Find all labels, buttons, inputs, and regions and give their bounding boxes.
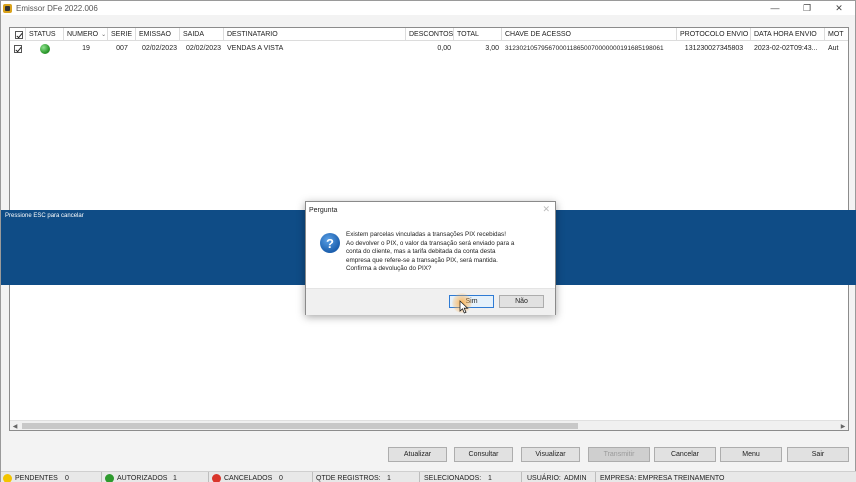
header-descontos[interactable]: DESCONTOS: [406, 28, 454, 41]
pendentes-status: PENDENTES: [3, 473, 58, 482]
cancel-hint: Pressione ESC para cancelar: [5, 213, 84, 219]
header-numero[interactable]: NUMERO ⌄: [64, 28, 108, 41]
empresa-label: EMPRESA:: [600, 474, 637, 482]
cancelados-status: CANCELADOS: [212, 473, 272, 482]
yes-button[interactable]: Sim: [449, 295, 494, 308]
status-bar: PENDENTES 0 AUTORIZADOS 1 CANCELADOS 0 Q…: [1, 471, 856, 482]
scroll-right-icon[interactable]: ▶: [838, 421, 848, 430]
transmitir-button[interactable]: Transmitir: [588, 447, 650, 462]
window-controls: — ❐ ✕: [759, 1, 855, 15]
divider: [521, 472, 522, 482]
pendentes-dot-icon: [3, 473, 12, 482]
serie-cell: 007: [116, 45, 128, 52]
emissao-cell: 02/02/2023: [141, 45, 177, 52]
confirm-dialog: Pergunta ✕ ? Existem parcelas vinculadas…: [305, 201, 556, 315]
data-hora-cell: 2023-02-02T09:43...: [754, 45, 818, 52]
dialog-message: Existem parcelas vinculadas a transações…: [346, 231, 546, 274]
minimize-button[interactable]: —: [759, 1, 791, 15]
menu-button[interactable]: Menu: [720, 447, 782, 462]
restore-button[interactable]: ❐: [791, 1, 823, 15]
grid-header: STATUS NUMERO ⌄ SERIE EMISSAO SAIDA DESTI…: [10, 28, 848, 41]
dialog-message-line: Confirma a devolução do PIX?: [346, 265, 432, 272]
header-data-hora[interactable]: DATA HORA ENVIO: [751, 28, 825, 41]
table-row[interactable]: 19 007 02/02/2023 02/02/2023 VENDAS A VI…: [10, 42, 848, 55]
row-select-cell[interactable]: [10, 42, 26, 55]
mot-cell: Aut: [828, 45, 839, 52]
select-all-checkbox[interactable]: [15, 30, 23, 39]
cancelar-button[interactable]: Cancelar: [654, 447, 716, 462]
dialog-close-icon[interactable]: ✕: [542, 204, 550, 215]
mouse-cursor-icon: [459, 300, 469, 314]
autorizados-label: AUTORIZADOS: [117, 474, 168, 482]
header-chave[interactable]: CHAVE DE ACESSO: [502, 28, 677, 41]
divider: [419, 472, 420, 482]
selecionados-label: SELECIONADOS:: [424, 474, 482, 482]
autorizados-status: AUTORIZADOS: [105, 473, 167, 482]
header-mot[interactable]: MOT: [825, 28, 848, 41]
total-cell: 3,00: [485, 45, 499, 52]
destinatario-cell: VENDAS A VISTA: [227, 45, 284, 52]
header-emissao[interactable]: EMISSAO: [136, 28, 180, 41]
header-serie[interactable]: SERIE: [108, 28, 136, 41]
divider: [595, 472, 596, 482]
autorizados-count: 1: [173, 474, 177, 482]
dialog-title: Pergunta: [309, 206, 338, 214]
window-title: Emissor DFe 2022.006: [16, 3, 98, 13]
header-protocolo[interactable]: PROTOCOLO ENVIO: [677, 28, 751, 41]
qtde-label: QTDE REGISTROS:: [316, 474, 381, 482]
app-logo-icon: [3, 3, 12, 13]
scrollbar-thumb[interactable]: [22, 423, 578, 429]
dialog-message-line: empresa que refere-se a transação PIX, s…: [346, 256, 498, 264]
close-button[interactable]: ✕: [823, 1, 855, 15]
visualizar-button[interactable]: Visualizar: [521, 447, 580, 462]
descontos-cell: 0,00: [437, 45, 451, 52]
saida-cell: 02/02/2023: [185, 45, 221, 52]
question-icon: ?: [320, 233, 340, 253]
no-button[interactable]: Não: [499, 295, 544, 308]
header-status[interactable]: STATUS: [26, 28, 64, 41]
divider: [312, 472, 313, 482]
empresa-value: EMPRESA TREINAMENTO: [638, 474, 725, 482]
sort-arrow-icon: ⌄: [101, 32, 107, 38]
dialog-body: ? Existem parcelas vinculadas a transaçõ…: [306, 218, 555, 288]
close-icon: ✕: [835, 2, 843, 13]
cancelados-dot-icon: [212, 473, 221, 482]
divider: [101, 472, 102, 482]
chave-cell: 3123021057956700011865007000000019168519…: [505, 45, 664, 52]
pendentes-count: 0: [65, 474, 69, 482]
horizontal-scrollbar[interactable]: ◀ ▶: [10, 420, 848, 430]
consultar-button[interactable]: Consultar: [454, 447, 513, 462]
usuario-value: ADMIN: [564, 474, 587, 482]
dialog-footer: Sim Não: [306, 288, 555, 315]
cancelados-label: CANCELADOS: [224, 474, 273, 482]
selecionados-value: 1: [488, 474, 492, 482]
atualizar-button[interactable]: Atualizar: [388, 447, 447, 462]
scroll-left-icon[interactable]: ◀: [10, 421, 20, 430]
qtde-value: 1: [387, 474, 391, 482]
protocolo-cell: 131230027345803: [684, 45, 744, 52]
row-checkbox[interactable]: [14, 44, 22, 53]
dialog-message-line: Existem parcelas vinculadas a transações…: [346, 231, 506, 238]
dialog-message-line: Ao devolver o PIX, o valor da transação …: [346, 239, 515, 247]
dialog-message-line: conta do cliente, mas a tarifa debitada …: [346, 248, 496, 255]
header-total[interactable]: TOTAL: [454, 28, 502, 41]
pendentes-label: PENDENTES: [15, 474, 58, 482]
header-numero-label: NUMERO: [67, 31, 99, 38]
cancelados-count: 0: [279, 474, 283, 482]
sair-button[interactable]: Sair: [787, 447, 849, 462]
numero-cell: 19: [82, 45, 90, 52]
header-select-all[interactable]: [10, 28, 26, 41]
minimize-icon: —: [770, 3, 780, 13]
status-authorized-icon: [40, 43, 50, 54]
usuario-label: USUÁRIO:: [527, 474, 561, 482]
header-destinatario[interactable]: DESTINATARIO: [224, 28, 406, 41]
action-toolbar: Atualizar Consultar Visualizar Transmiti…: [1, 447, 856, 463]
header-saida[interactable]: SAIDA: [180, 28, 224, 41]
divider: [208, 472, 209, 482]
restore-icon: ❐: [802, 2, 812, 13]
autorizados-dot-icon: [105, 473, 114, 482]
status-cell: [26, 42, 64, 55]
title-bar: Emissor DFe 2022.006 — ❐ ✕: [1, 1, 855, 15]
